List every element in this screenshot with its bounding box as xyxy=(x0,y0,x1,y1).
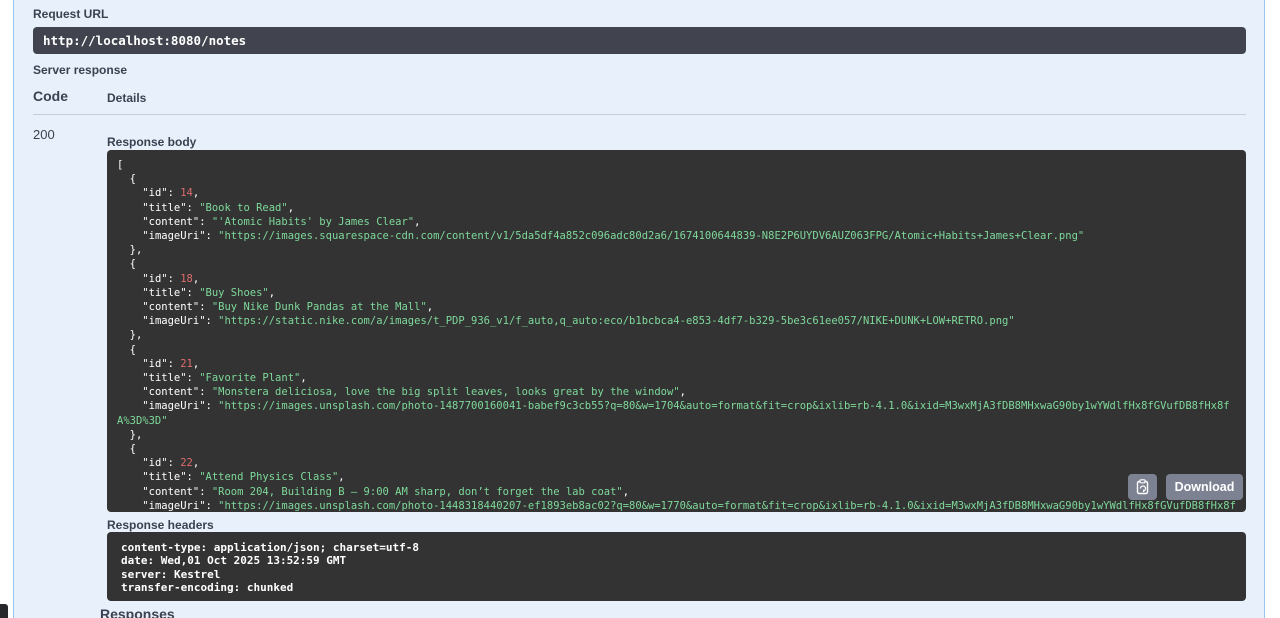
request-url-value: http://localhost:8080/notes xyxy=(43,33,247,48)
partial-element-bottom-left xyxy=(0,604,8,618)
details-column-header: Details xyxy=(107,91,147,105)
responses-section-header: Responses xyxy=(100,606,175,618)
request-url-bar: http://localhost:8080/notes xyxy=(33,27,1246,54)
response-body-code: [ { "id": 14, "title": "Book to Read", "… xyxy=(117,159,1236,512)
server-response-label: Server response xyxy=(33,63,128,77)
download-button-label: Download xyxy=(1174,480,1235,494)
code-column-header: Code xyxy=(33,88,68,104)
clipboard-copy-icon xyxy=(1135,479,1150,495)
response-headers-code: content-type: application/json; charset=… xyxy=(121,541,420,595)
response-headers-block: content-type: application/json; charset=… xyxy=(107,532,1246,601)
response-body-label: Response body xyxy=(107,135,197,149)
download-button[interactable]: Download xyxy=(1166,474,1243,500)
copy-to-clipboard-button[interactable] xyxy=(1128,474,1157,500)
status-code: 200 xyxy=(33,127,55,142)
response-body-block[interactable]: [ { "id": 14, "title": "Book to Read", "… xyxy=(107,150,1246,512)
swagger-operation-panel: Request URL http://localhost:8080/notes … xyxy=(0,0,1280,618)
response-headers-label: Response headers xyxy=(107,518,214,532)
request-url-label: Request URL xyxy=(33,7,109,21)
table-header-divider xyxy=(33,114,1246,115)
